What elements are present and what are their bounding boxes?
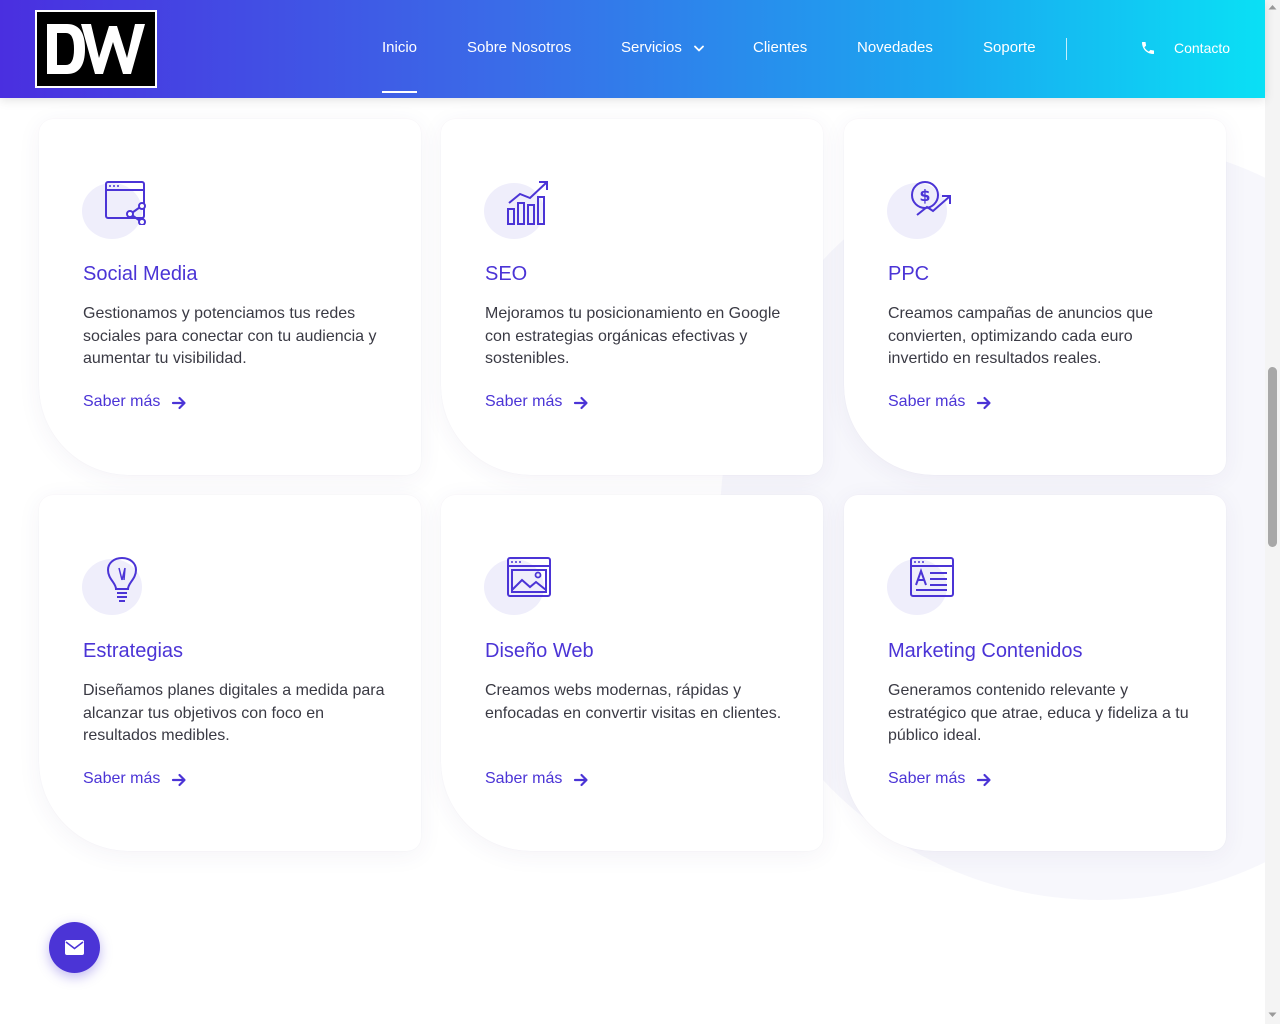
service-icon-wrap <box>82 179 154 243</box>
nav-item-servicios[interactable]: Servicios <box>621 39 704 59</box>
nav-item-sobre-nosotros[interactable]: Sobre Nosotros <box>467 39 571 59</box>
chevron-down-icon <box>694 45 704 51</box>
lightbulb-icon <box>106 556 138 602</box>
service-description: Creamos campañas de anuncios que convier… <box>888 305 1154 367</box>
saber-mas-link[interactable]: Saber más <box>485 393 588 411</box>
service-title: SEO <box>485 263 528 285</box>
arrow-right-icon <box>171 773 186 787</box>
contact-mail-button[interactable] <box>49 922 100 973</box>
saber-mas-link[interactable]: Saber más <box>83 393 186 411</box>
service-title: Estrategias <box>83 640 184 662</box>
svg-text:$: $ <box>919 186 930 205</box>
service-card-seo: SEO Mejoramos tu posicionamiento en Goog… <box>441 119 823 475</box>
arrow-right-icon <box>976 773 991 787</box>
nav-item-novedades[interactable]: Novedades <box>857 39 933 59</box>
service-title: Diseño Web <box>485 640 594 662</box>
arrow-right-icon <box>976 396 991 410</box>
service-card-social-media: Social Media Gestionamos y potenciamos t… <box>39 119 421 475</box>
nav-item-servicios-label: Servicios <box>621 39 682 56</box>
dollar-growth-icon: $ <box>911 181 951 216</box>
saber-mas-link[interactable]: Saber más <box>485 770 588 788</box>
service-title: PPC <box>888 263 930 285</box>
service-card-marketing-contenidos: Marketing Contenidos Generamos contenido… <box>844 495 1226 851</box>
service-description: Diseñamos planes digitales a medida para… <box>83 682 385 744</box>
saber-mas-label: Saber más <box>888 770 966 787</box>
logo-mark-icon <box>47 24 145 74</box>
envelope-icon <box>65 940 84 955</box>
saber-mas-label: Saber más <box>485 393 563 410</box>
nav-divider <box>1066 38 1067 60</box>
page: Inicio Sobre Nosotros Servicios Clientes… <box>0 0 1280 1024</box>
nav-item-clientes[interactable]: Clientes <box>753 39 807 59</box>
service-description: Gestionamos y potenciamos tus redes soci… <box>83 305 377 367</box>
saber-mas-link[interactable]: Saber más <box>888 770 991 788</box>
service-icon-wrap <box>82 555 154 619</box>
growth-chart-icon <box>507 181 548 225</box>
service-title: Marketing Contenidos <box>888 640 1083 662</box>
arrow-right-icon <box>573 396 588 410</box>
arrow-right-icon <box>573 773 588 787</box>
service-description: Mejoramos tu posicionamiento en Google c… <box>485 305 781 367</box>
phone-icon <box>1142 42 1154 54</box>
brand-logo[interactable] <box>35 10 157 88</box>
service-card-ppc: $ PPC Creamos campañas de anuncios que c… <box>844 119 1226 475</box>
service-title: Social Media <box>83 263 198 285</box>
scrollbar-thumb[interactable] <box>1268 367 1277 547</box>
site-header: Inicio Sobre Nosotros Servicios Clientes… <box>0 0 1265 98</box>
service-icon-wrap <box>484 555 556 619</box>
service-icon-wrap: $ <box>887 179 959 243</box>
article-icon <box>910 557 954 597</box>
service-icon-wrap <box>484 179 556 243</box>
nav-item-soporte[interactable]: Soporte <box>983 39 1036 59</box>
service-description: Generamos contenido relevante y estratég… <box>888 682 1189 744</box>
nav-item-inicio[interactable]: Inicio <box>382 39 418 93</box>
saber-mas-label: Saber más <box>83 770 161 787</box>
service-icon-wrap <box>887 555 959 619</box>
contact-label: Contacto <box>1174 40 1231 56</box>
scroll-up-arrow-icon[interactable] <box>1268 4 1277 10</box>
service-description: Creamos webs modernas, rápidas y enfocad… <box>485 682 782 722</box>
scroll-down-arrow-icon[interactable] <box>1268 1012 1277 1018</box>
service-card-diseno-web: Diseño Web Creamos webs modernas, rápida… <box>441 495 823 851</box>
saber-mas-label: Saber más <box>83 393 161 410</box>
arrow-right-icon <box>171 396 186 410</box>
web-image-icon <box>507 557 551 597</box>
saber-mas-label: Saber más <box>888 393 966 410</box>
saber-mas-label: Saber más <box>485 770 563 787</box>
social-share-icon <box>105 181 146 225</box>
saber-mas-link[interactable]: Saber más <box>83 770 186 788</box>
saber-mas-link[interactable]: Saber más <box>888 393 991 411</box>
service-card-estrategias: Estrategias Diseñamos planes digitales a… <box>39 495 421 851</box>
